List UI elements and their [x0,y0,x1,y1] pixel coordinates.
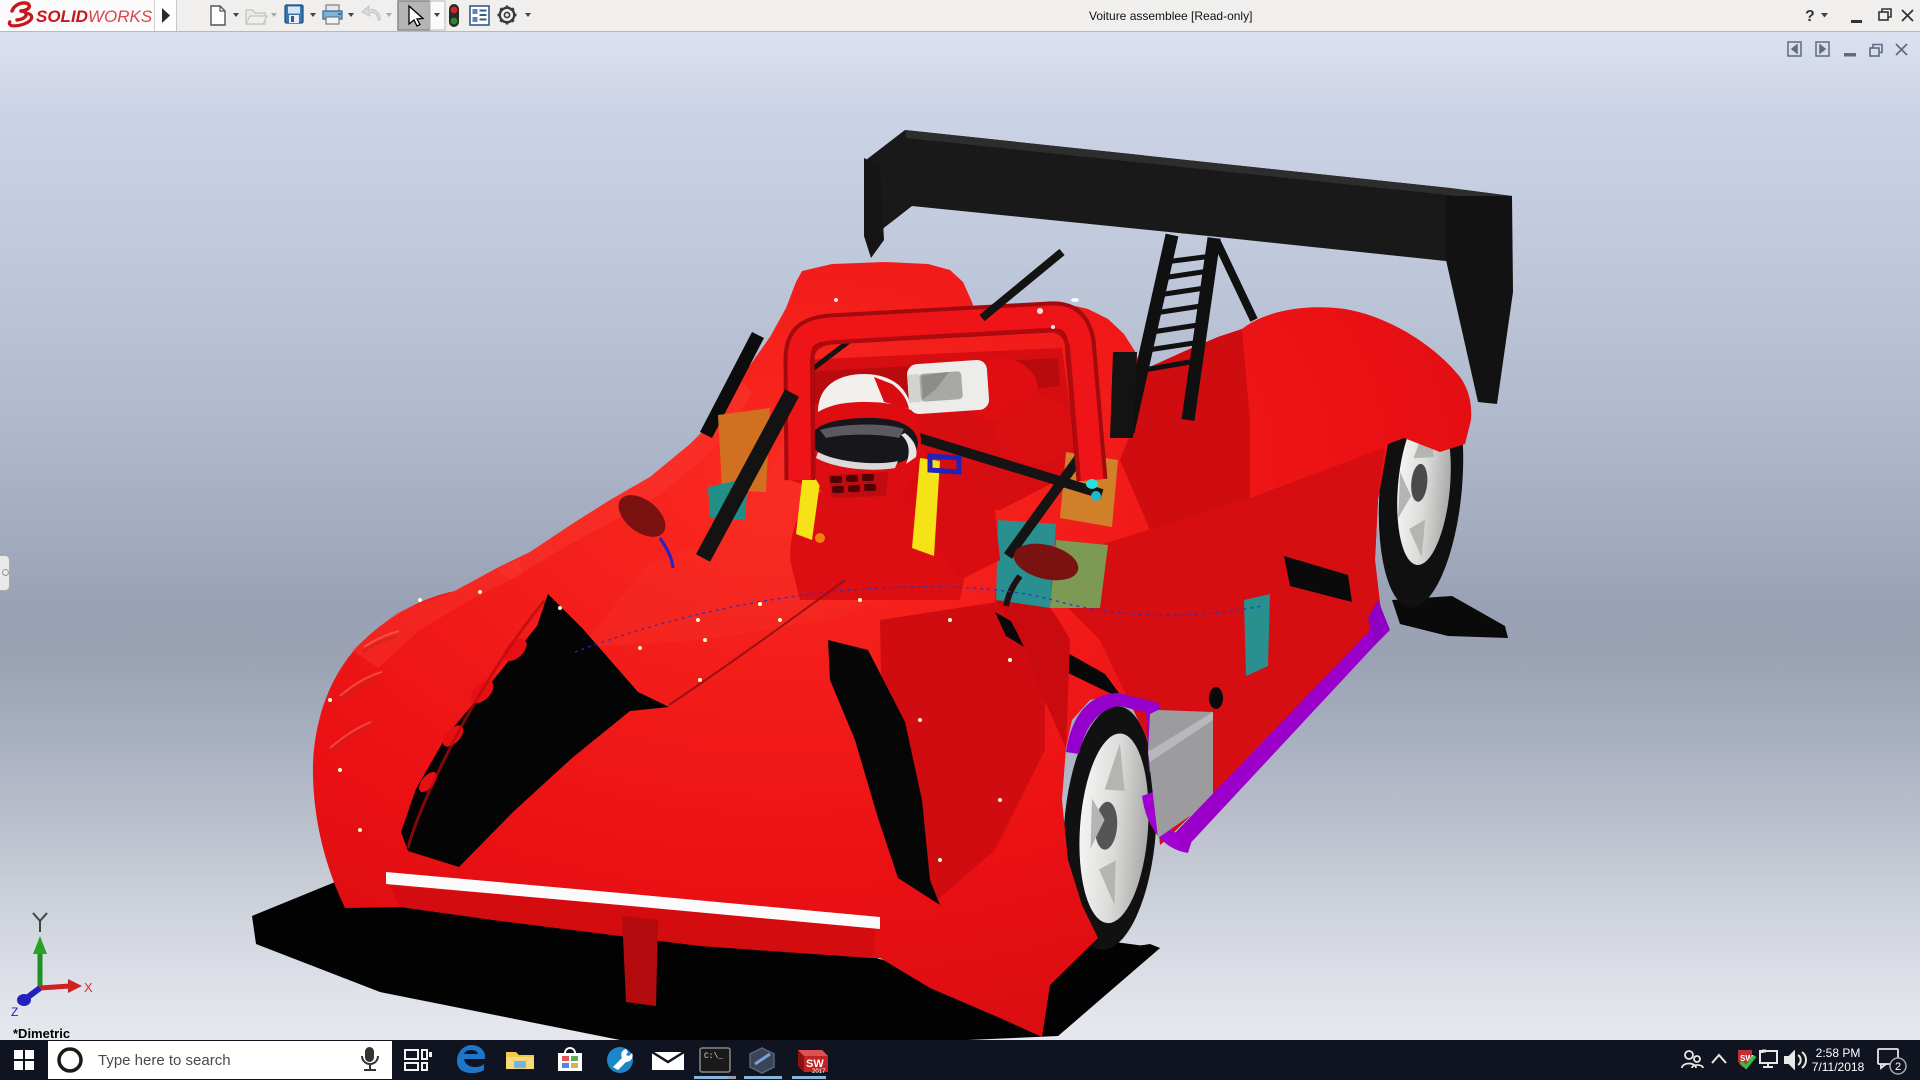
svg-text:SOLID: SOLID [36,7,88,26]
svg-text:X: X [84,980,93,995]
svg-text:?: ? [1805,8,1815,25]
svg-text:C:\_: C:\_ [704,1052,723,1061]
svg-text:2: 2 [1895,1061,1901,1073]
svg-text:Z: Z [11,1005,18,1019]
svg-text:2017: 2017 [812,1069,826,1075]
svg-text:WORKS: WORKS [88,7,153,26]
